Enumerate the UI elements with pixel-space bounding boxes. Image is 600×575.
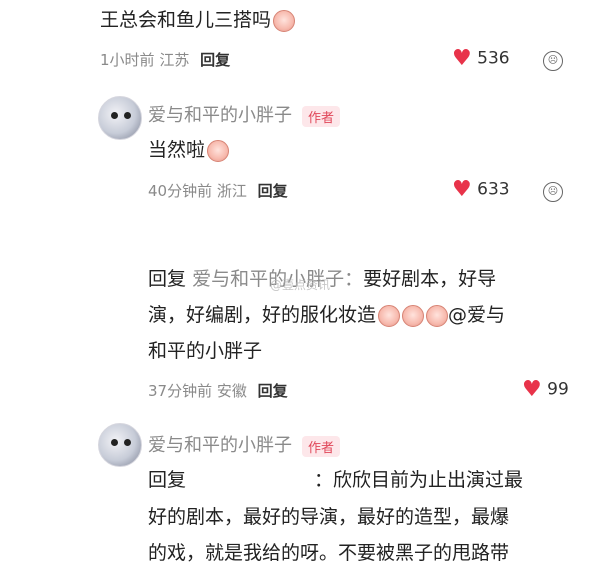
author-name[interactable]: 爱与和平的小胖子 [148,105,292,126]
reply-prefix: 回复 [148,268,187,290]
comment-time: 40分钟前 [148,182,213,200]
emoji-icon [207,139,230,162]
comment-body: 和平的小胖子 [148,340,263,362]
heart-icon: ♥ [452,46,472,71]
comment-location: 浙江 [216,182,247,200]
author-name[interactable]: 爱与和平的小胖子 [148,435,292,456]
comment-body: 好的剧本，最好的导演，最好的造型，最爆 [148,506,510,528]
author-badge: 作者 [302,105,341,127]
like-count: 633 [477,179,510,200]
dislike-icon[interactable]: ☹ [543,51,563,71]
comment-location: 安徽 [216,382,247,400]
comment-text-line: 和平的小胖子 [148,333,262,369]
comment-text-line: 的戏，就是我给的呀。不要被黑子的甩路带 [148,535,509,571]
comment-text-line: 演，好编剧，好的服化妆造 @爱与 [148,297,505,333]
author-name-row: 爱与和平的小胖子 作者 [148,101,341,127]
like-button[interactable]: ♥ 633 [452,177,510,202]
mention-link[interactable]: @爱与 [448,304,505,326]
like-button[interactable]: ♥ 99 [522,377,569,402]
comment-text: 王总会和鱼儿三搭吗 [100,2,296,38]
dislike-icon[interactable]: ☹ [543,182,563,202]
comment-time: 37分钟前 [148,382,213,400]
comment-body: 演，好编剧，好的服化妆造 [148,304,377,326]
comment-text-line: 好的剧本，最好的导演，最好的造型，最爆 [148,499,509,535]
comment-time: 1小时前 [100,51,155,69]
like-count: 536 [477,48,510,69]
comment-text: 当然啦 [148,132,230,168]
author-badge: 作者 [302,435,341,457]
like-count: 99 [547,379,569,400]
watermark: @壹点资讯 [270,278,331,292]
like-button[interactable]: ♥ 536 [452,46,510,71]
comment-meta: 1小时前 江苏 回复 [100,49,230,70]
author-name-row: 爱与和平的小胖子 作者 [148,431,341,457]
emoji-icon [378,304,401,327]
avatar[interactable] [98,423,142,467]
avatar[interactable] [98,96,142,140]
comment-text-line: 回复 ：欣欣目前为止出演过最 [148,462,523,498]
comment-body: 要好剧本，好导 [363,268,497,290]
reply-button[interactable]: 回复 [200,51,230,69]
comment-location: 江苏 [159,51,190,69]
comment-body: ：欣欣目前为止出演过最 [314,469,524,491]
comment-meta: 37分钟前 安徽 回复 [148,380,288,401]
emoji-icon [426,304,449,327]
reply-prefix: 回复 [148,469,187,491]
emoji-icon [273,9,296,32]
reply-button[interactable]: 回复 [258,182,288,200]
reply-button[interactable]: 回复 [258,382,288,400]
heart-icon: ♥ [522,377,542,402]
comment-body: 当然啦 [148,139,206,161]
heart-icon: ♥ [452,177,472,202]
comment-meta: 40分钟前 浙江 回复 [148,180,288,201]
comment-body: 的戏，就是我给的呀。不要被黑子的甩路带 [148,542,510,564]
emoji-icon [402,304,425,327]
comment-body: 王总会和鱼儿三搭吗 [100,9,272,31]
